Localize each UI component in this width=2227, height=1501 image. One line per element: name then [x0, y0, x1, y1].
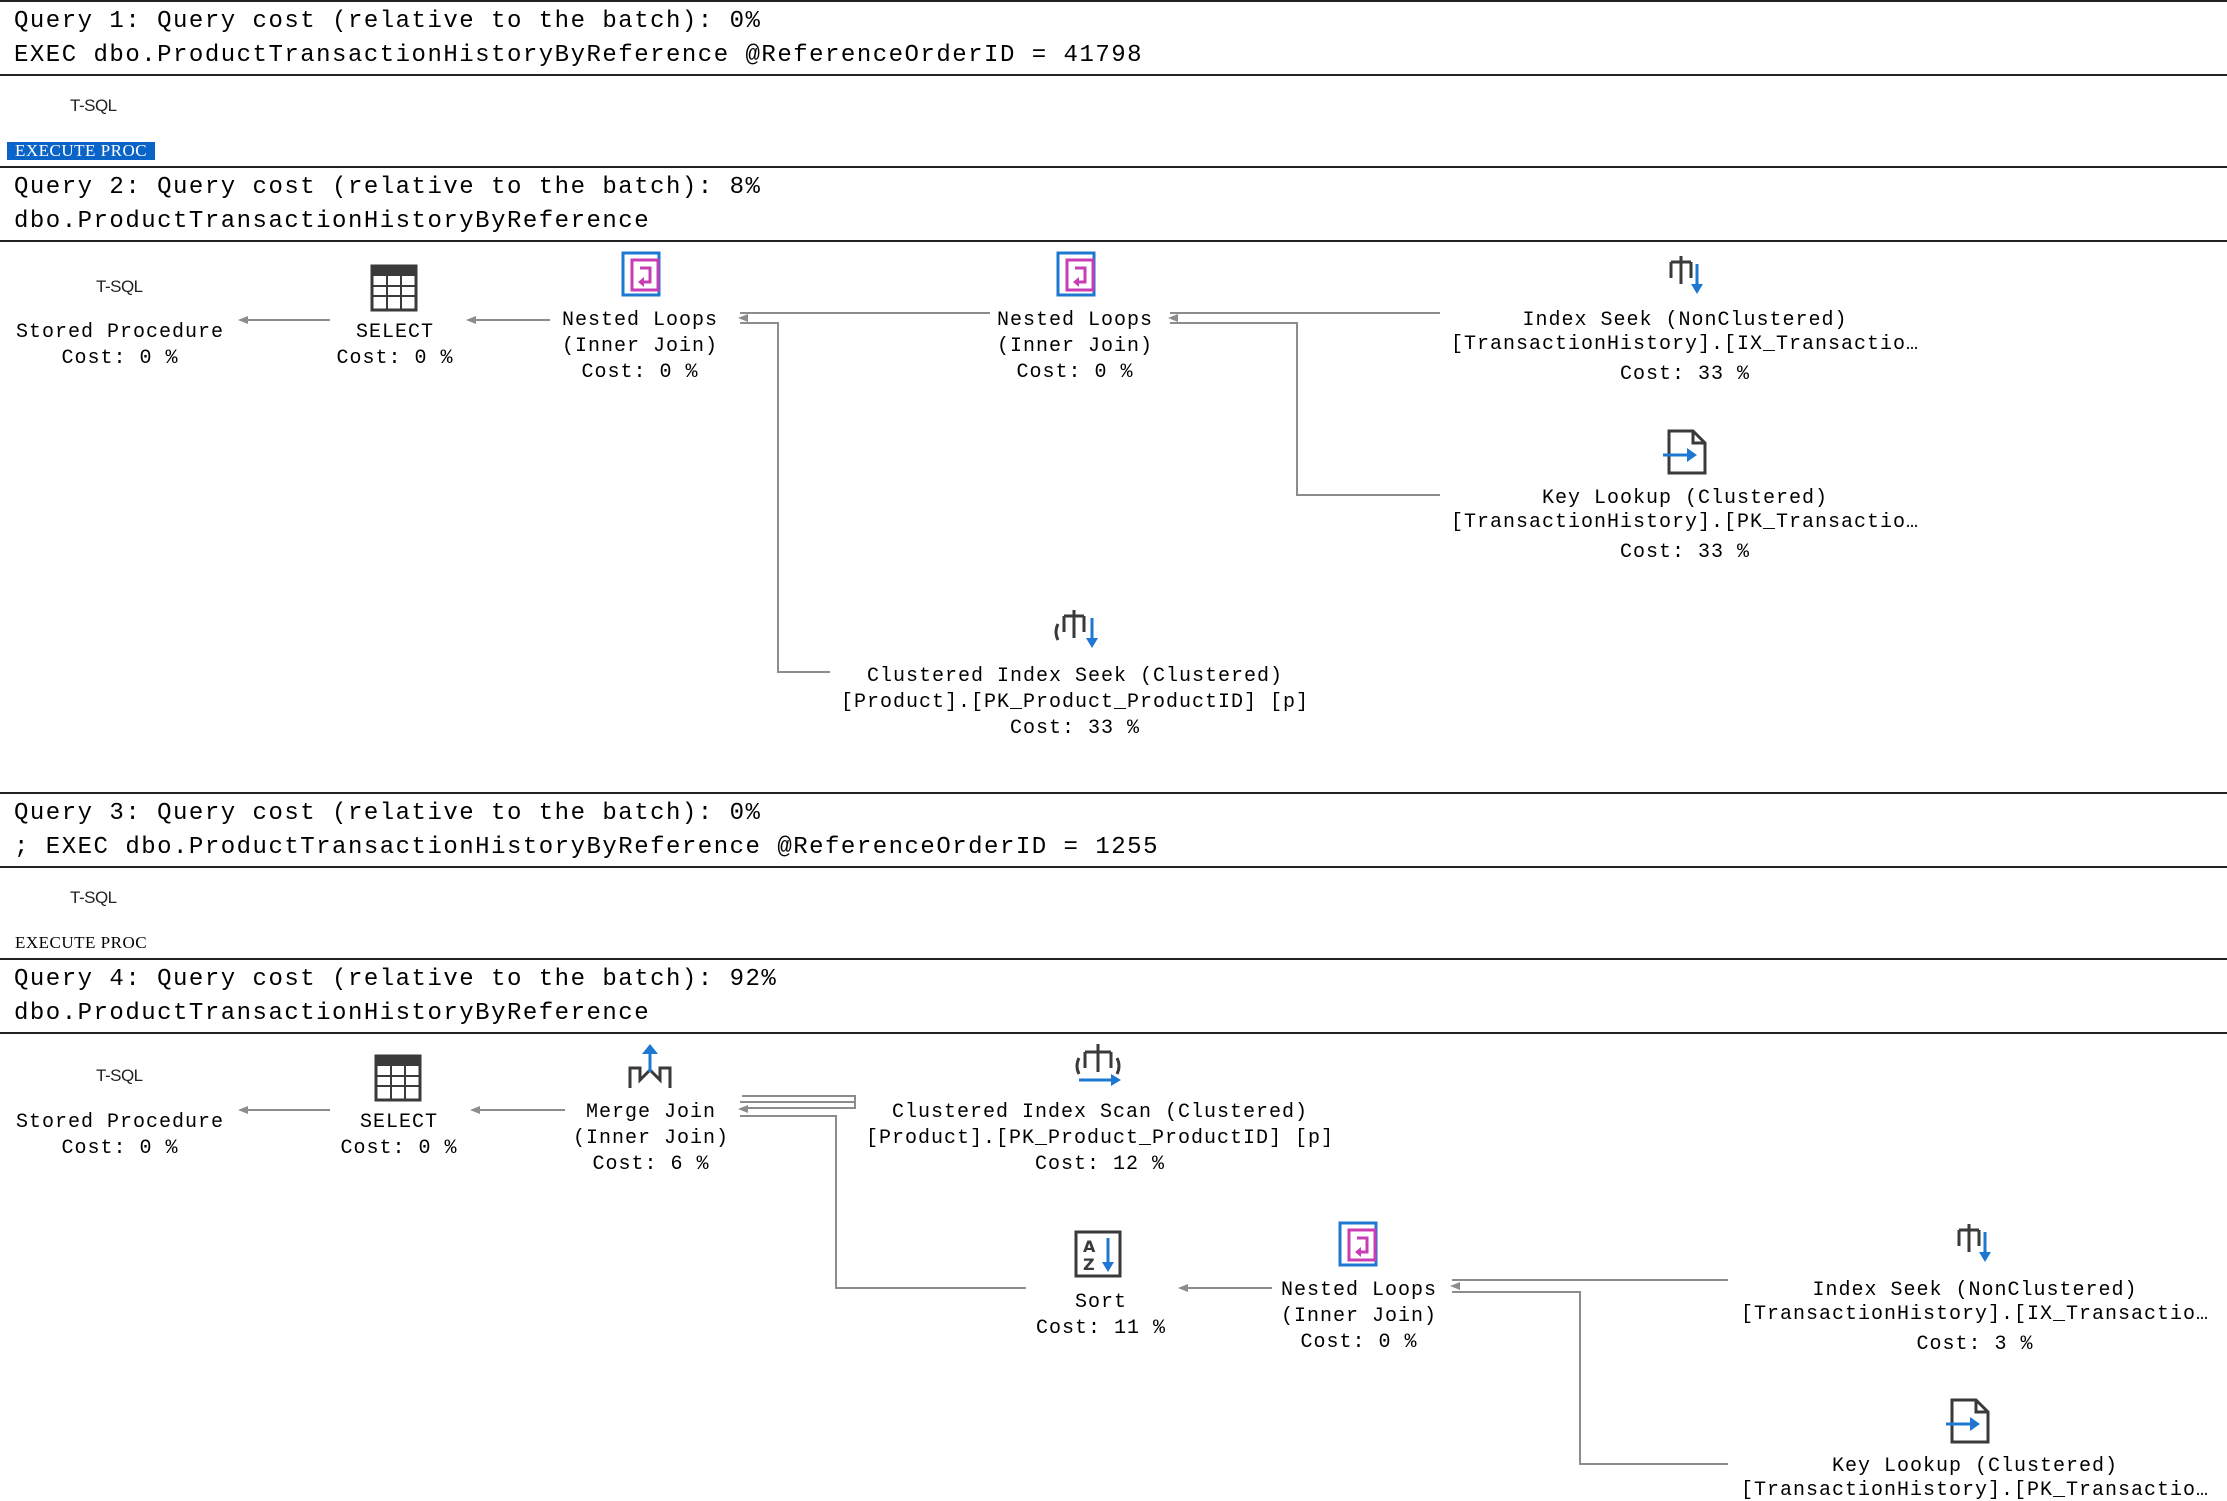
node-subtitle: (Inner Join) [1280, 1305, 1438, 1328]
node-subtitle: (Inner Join) [572, 1127, 730, 1150]
query-4-plan: T-SQL Stored Procedure Cost: 0 % SELECT … [0, 1034, 2227, 1501]
query-2-cost-line: Query 2: Query cost (relative to the bat… [14, 174, 762, 201]
node-cost: Cost: 0 % [61, 347, 179, 370]
query-2-plan: T-SQL Stored Procedure Cost: 0 % SELECT … [0, 242, 2227, 792]
node-subtitle: [Product].[PK_Product_ProductID] [p] [840, 691, 1310, 714]
node-cost: Cost: 11 % [1035, 1317, 1167, 1340]
query-3-statement: ; EXEC dbo.ProductTransactionHistoryByRe… [14, 834, 1159, 861]
stored-procedure-node[interactable]: Stored Procedure Cost: 0 % [10, 320, 230, 372]
svg-text:A: A [1083, 1237, 1096, 1256]
execute-proc-node[interactable]: EXECUTE PROC [7, 934, 155, 952]
tsql-icon: T-SQL [70, 888, 117, 907]
node-cost: Cost: 0 % [1300, 1331, 1418, 1354]
node-label: Merge Join [585, 1101, 717, 1124]
query-2-header: Query 2: Query cost (relative to the bat… [0, 166, 2227, 242]
index-seek-node[interactable]: Index Seek (NonClustered) [TransactionHi… [1440, 308, 1930, 388]
query-1-plan: T-SQL EXECUTE PROC [0, 76, 2227, 164]
node-label: Index Seek (NonClustered) [1812, 1279, 2138, 1302]
clustered-index-seek-icon [1054, 610, 1098, 648]
node-label: SELECT [359, 1111, 438, 1134]
node-cost: Cost: 6 % [592, 1153, 710, 1176]
node-label: Clustered Index Scan (Clustered) [891, 1101, 1309, 1124]
node-label: Nested Loops [996, 309, 1154, 332]
node-cost: Cost: 33 % [1619, 363, 1751, 386]
query-3-header: Query 3: Query cost (relative to the bat… [0, 792, 2227, 868]
execute-proc-node[interactable]: EXECUTE PROC [7, 142, 156, 160]
node-cost: Cost: 33 % [1619, 541, 1751, 564]
node-label: Nested Loops [561, 309, 719, 332]
node-label: Stored Procedure [15, 321, 225, 344]
node-subtitle: [TransactionHistory].[PK_Transactio… [1450, 511, 1920, 534]
node-label: Nested Loops [1280, 1279, 1438, 1302]
tsql-icon: T-SQL [96, 1066, 143, 1085]
query-1-cost-line: Query 1: Query cost (relative to the bat… [14, 8, 762, 35]
svg-text:Z: Z [1083, 1255, 1095, 1274]
nested-loops-node[interactable]: Nested Loops (Inner Join) Cost: 0 % [975, 308, 1175, 386]
node-label: SELECT [355, 321, 434, 344]
node-subtitle: (Inner Join) [561, 335, 719, 358]
select-icon [374, 1054, 422, 1102]
sort-icon: A Z [1074, 1230, 1122, 1278]
key-lookup-node[interactable]: Key Lookup (Clustered) [TransactionHisto… [1728, 1454, 2222, 1501]
clustered-index-seek-node[interactable]: Clustered Index Seek (Clustered) [Produc… [830, 664, 1320, 742]
execution-plan-window: Query 1: Query cost (relative to the bat… [0, 0, 2227, 1501]
tsql-icon: T-SQL [70, 96, 117, 115]
index-seek-icon [1669, 256, 1703, 294]
node-label: Stored Procedure [15, 1111, 225, 1134]
query-4-statement: dbo.ProductTransactionHistoryByReference [14, 1000, 651, 1027]
query-1-header: Query 1: Query cost (relative to the bat… [0, 0, 2227, 76]
node-cost: Cost: 12 % [1034, 1153, 1166, 1176]
key-lookup-icon [1663, 429, 1707, 475]
node-subtitle: [TransactionHistory].[PK_Transactio… [1740, 1479, 2210, 1501]
query-4-header: Query 4: Query cost (relative to the bat… [0, 958, 2227, 1034]
node-cost: Cost: 0 % [581, 361, 699, 384]
select-node[interactable]: SELECT Cost: 0 % [324, 1110, 474, 1162]
sort-node[interactable]: Sort Cost: 11 % [1026, 1290, 1176, 1342]
key-lookup-icon [1946, 1398, 1990, 1444]
node-subtitle: [TransactionHistory].[IX_Transactio… [1450, 333, 1920, 356]
key-lookup-node[interactable]: Key Lookup (Clustered) [TransactionHisto… [1440, 486, 1930, 566]
nested-loops-node[interactable]: Nested Loops (Inner Join) Cost: 0 % [540, 308, 740, 386]
select-node[interactable]: SELECT Cost: 0 % [320, 320, 470, 372]
node-label: Index Seek (NonClustered) [1522, 309, 1848, 332]
clustered-index-scan-node[interactable]: Clustered Index Scan (Clustered) [Produc… [855, 1100, 1345, 1178]
node-subtitle: [TransactionHistory].[IX_Transactio… [1740, 1303, 2210, 1326]
node-subtitle: [Product].[PK_Product_ProductID] [p] [865, 1127, 1335, 1150]
clustered-index-scan-icon [1075, 1044, 1121, 1086]
query-2-statement: dbo.ProductTransactionHistoryByReference [14, 208, 651, 235]
tsql-icon: T-SQL [96, 277, 143, 296]
stored-procedure-node[interactable]: Stored Procedure Cost: 0 % [10, 1110, 230, 1162]
nested-loops-node[interactable]: Nested Loops (Inner Join) Cost: 0 % [1259, 1278, 1459, 1356]
query-4-cost-line: Query 4: Query cost (relative to the bat… [14, 966, 778, 993]
index-seek-icon [1957, 1224, 1991, 1262]
select-icon [370, 264, 418, 312]
node-cost: Cost: 0 % [336, 347, 454, 370]
nested-loops-icon [1056, 251, 1096, 297]
node-label: Key Lookup (Clustered) [1831, 1455, 2119, 1478]
nested-loops-icon [1338, 1221, 1378, 1267]
merge-join-node[interactable]: Merge Join (Inner Join) Cost: 6 % [551, 1100, 751, 1178]
index-seek-node[interactable]: Index Seek (NonClustered) [TransactionHi… [1728, 1278, 2222, 1358]
node-label: Clustered Index Seek (Clustered) [866, 665, 1284, 688]
node-cost: Cost: 0 % [340, 1137, 458, 1160]
node-cost: Cost: 33 % [1009, 717, 1141, 740]
query-3-plan: T-SQL EXECUTE PROC [0, 868, 2227, 956]
node-label: Key Lookup (Clustered) [1541, 487, 1829, 510]
node-subtitle: (Inner Join) [996, 335, 1154, 358]
merge-join-icon [628, 1044, 672, 1088]
query-3-cost-line: Query 3: Query cost (relative to the bat… [14, 800, 762, 827]
node-label: Sort [1074, 1291, 1127, 1314]
query-1-statement: EXEC dbo.ProductTransactionHistoryByRefe… [14, 42, 1144, 69]
node-cost: Cost: 0 % [1016, 361, 1134, 384]
node-cost: Cost: 3 % [1916, 1333, 2034, 1356]
nested-loops-icon [621, 251, 661, 297]
node-cost: Cost: 0 % [61, 1137, 179, 1160]
